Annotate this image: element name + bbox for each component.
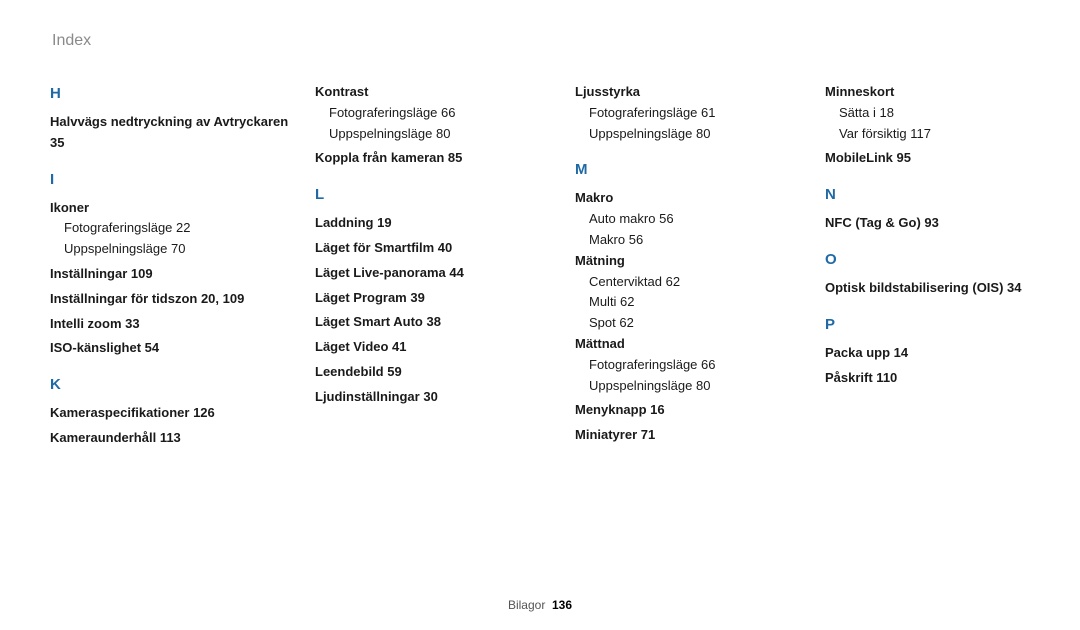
index-entry: ISO-känslighet 54	[50, 338, 305, 359]
index-entry: Inställningar för tidszon 20, 109	[50, 289, 305, 310]
index-letter-k: K	[50, 373, 305, 397]
index-entry: NFC (Tag & Go) 93	[825, 213, 1075, 234]
index-group-head: Minneskort	[825, 82, 1075, 103]
index-subentry: Uppspelningsläge 80	[575, 124, 815, 145]
index-subentry: Fotograferingsläge 66	[315, 103, 565, 124]
index-group-head: Ljusstyrka	[575, 82, 815, 103]
index-col-4: Minneskort Sätta i 18 Var försiktig 117 …	[825, 82, 1080, 449]
index-entry: Läget Program 39	[315, 288, 565, 309]
footer-section: Bilagor	[508, 598, 545, 612]
page: Index H Halvvägs nedtryckning av Avtryck…	[0, 0, 1080, 630]
index-subentry: Sätta i 18	[825, 103, 1075, 124]
index-entry: Kameraspecifikationer 126	[50, 403, 305, 424]
index-entry: Packa upp 14	[825, 343, 1075, 364]
index-col-2: Kontrast Fotograferingsläge 66 Uppspelni…	[315, 82, 575, 449]
index-entry: Menyknapp 16	[575, 400, 815, 421]
index-entry: Miniatyrer 71	[575, 425, 815, 446]
index-subentry: Var försiktig 117	[825, 124, 1075, 145]
page-footer: Bilagor 136	[0, 598, 1080, 612]
index-entry: Ljudinställningar 30	[315, 387, 565, 408]
index-subentry: Spot 62	[575, 313, 815, 334]
index-letter-o: O	[825, 248, 1075, 272]
index-subentry: Multi 62	[575, 292, 815, 313]
index-entry: Läget för Smartfilm 40	[315, 238, 565, 259]
index-entry: Läget Video 41	[315, 337, 565, 358]
index-subentry: Fotograferingsläge 61	[575, 103, 815, 124]
index-group-head: Ikoner	[50, 198, 305, 219]
index-subentry: Fotograferingsläge 66	[575, 355, 815, 376]
index-group-head: Makro	[575, 188, 815, 209]
index-subentry: Centerviktad 62	[575, 272, 815, 293]
index-entry: Påskrift 110	[825, 368, 1075, 389]
index-letter-m: M	[575, 158, 815, 182]
index-subentry: Uppspelningsläge 80	[575, 376, 815, 397]
index-subentry: Uppspelningsläge 70	[50, 239, 305, 260]
index-entry: Halvvägs nedtryckning av Avtryckaren 35	[50, 112, 305, 154]
index-subentry: Makro 56	[575, 230, 815, 251]
index-entry: Läget Smart Auto 38	[315, 312, 565, 333]
index-col-1: H Halvvägs nedtryckning av Avtryckaren 3…	[50, 82, 315, 449]
index-entry: Kameraunderhåll 113	[50, 428, 305, 449]
footer-page-number: 136	[552, 598, 572, 612]
index-group-head: Mättnad	[575, 334, 815, 355]
index-subentry: Auto makro 56	[575, 209, 815, 230]
index-subentry: Uppspelningsläge 80	[315, 124, 565, 145]
index-entry: Laddning 19	[315, 213, 565, 234]
index-letter-i: I	[50, 168, 305, 192]
page-title: Index	[50, 32, 1030, 50]
index-col-3: Ljusstyrka Fotograferingsläge 61 Uppspel…	[575, 82, 825, 449]
index-entry: Intelli zoom 33	[50, 314, 305, 335]
index-entry: Koppla från kameran 85	[315, 148, 565, 169]
index-group-head: Mätning	[575, 251, 815, 272]
index-letter-n: N	[825, 183, 1075, 207]
index-entry: Optisk bildstabilisering (OIS) 34	[825, 278, 1075, 299]
index-subentry: Fotograferingsläge 22	[50, 218, 305, 239]
index-group-head: Kontrast	[315, 82, 565, 103]
index-letter-h: H	[50, 82, 305, 106]
index-entry: Läget Live-panorama 44	[315, 263, 565, 284]
index-columns: H Halvvägs nedtryckning av Avtryckaren 3…	[50, 82, 1030, 449]
index-entry: Leendebild 59	[315, 362, 565, 383]
index-letter-l: L	[315, 183, 565, 207]
index-letter-p: P	[825, 313, 1075, 337]
index-entry: Inställningar 109	[50, 264, 305, 285]
index-entry: MobileLink 95	[825, 148, 1075, 169]
